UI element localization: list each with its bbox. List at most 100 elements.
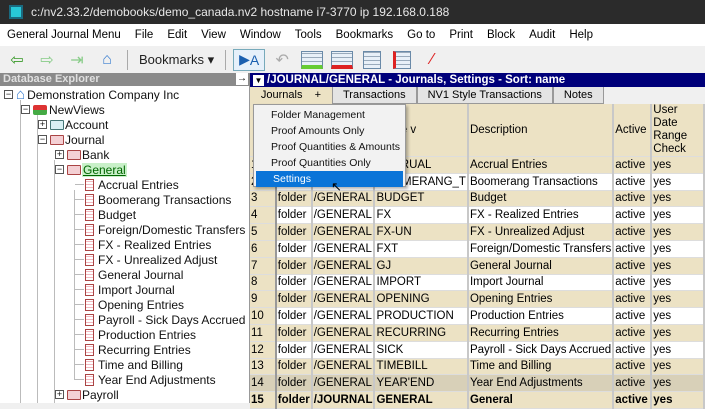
- description-cell[interactable]: Boomerang Transactions: [467, 173, 615, 191]
- menu-item-proof-quantities-amounts[interactable]: Proof Quantities & Amounts: [254, 139, 405, 155]
- row-number[interactable]: 13: [250, 358, 277, 376]
- name-cell[interactable]: FXT: [374, 240, 469, 258]
- back-icon[interactable]: ⇦: [4, 49, 30, 71]
- arrow-right-icon[interactable]: →: [236, 73, 248, 85]
- menu-bookmarks[interactable]: Bookmarks: [329, 29, 401, 41]
- type-cell[interactable]: folder: [275, 223, 313, 241]
- path-cell[interactable]: /JOURNAL: [311, 391, 376, 409]
- tree-node[interactable]: + Account: [38, 117, 108, 132]
- path-cell[interactable]: /GENERAL: [311, 257, 376, 275]
- menu-item-proof-quantities-only[interactable]: Proof Quantities Only: [254, 155, 405, 171]
- description-cell[interactable]: Opening Entries: [467, 290, 615, 309]
- active-cell[interactable]: active: [613, 223, 653, 241]
- tab-journals[interactable]: Journals +: [250, 87, 332, 104]
- type-cell[interactable]: folder: [275, 274, 313, 292]
- expand-icon[interactable]: +: [55, 150, 64, 159]
- tree-node[interactable]: Opening Entries: [75, 297, 184, 312]
- tree-node[interactable]: + Bank: [55, 147, 109, 162]
- collapse-icon[interactable]: −: [4, 90, 13, 99]
- description-cell[interactable]: Time and Billing: [467, 358, 615, 376]
- row-number[interactable]: 8: [250, 274, 277, 292]
- type-cell[interactable]: folder: [275, 307, 313, 325]
- path-cell[interactable]: /GENERAL: [311, 274, 376, 292]
- path-cell[interactable]: /GENERAL: [311, 374, 376, 393]
- menu-go-to[interactable]: Go to: [400, 29, 442, 41]
- tree-node[interactable]: Accrual Entries: [75, 177, 179, 192]
- collapse-icon[interactable]: −: [55, 165, 64, 174]
- table-row[interactable]: 4 folder/GENERAL FX FX - Realized Entries ac…: [250, 206, 705, 225]
- date-check-cell[interactable]: yes: [651, 206, 705, 225]
- column-icon[interactable]: [359, 49, 385, 71]
- name-cell[interactable]: OPENING: [374, 290, 469, 309]
- tree-node[interactable]: − Journal: [38, 132, 104, 147]
- table-row[interactable]: 7 folder/GENERAL GJ General Journal active ye…: [250, 257, 705, 275]
- name-cell[interactable]: RECURRING: [374, 324, 469, 342]
- path-cell[interactable]: /GENERAL: [311, 206, 376, 225]
- table-row[interactable]: 14 folder/GENERAL YEAR'END Year End Adjustm…: [250, 374, 705, 393]
- table-row[interactable]: 9 folder/GENERAL OPENING Opening Entries act…: [250, 290, 705, 309]
- bookmarks-button[interactable]: Bookmarks ▾: [135, 52, 218, 68]
- date-check-cell[interactable]: yes: [651, 374, 705, 393]
- description-cell[interactable]: FX - Realized Entries: [467, 206, 615, 225]
- menu-edit[interactable]: Edit: [160, 29, 194, 41]
- tree-node[interactable]: Time and Billing: [75, 357, 183, 372]
- tree-node[interactable]: Production Entries: [75, 327, 196, 342]
- tree-node[interactable]: − General: [55, 162, 127, 177]
- forward-icon[interactable]: ⇨: [34, 49, 60, 71]
- name-cell[interactable]: TIMEBILL: [374, 358, 469, 376]
- row-number[interactable]: 14: [250, 374, 277, 393]
- name-cell[interactable]: FX: [374, 206, 469, 225]
- expand-icon[interactable]: +: [38, 120, 47, 129]
- table-row[interactable]: 8 folder/GENERAL IMPORT Import Journal activ…: [250, 274, 705, 292]
- name-cell[interactable]: GENERAL: [374, 391, 469, 409]
- tree-node[interactable]: FX - Unrealized Adjust: [75, 252, 217, 267]
- table-row[interactable]: 3 folder/GENERAL BUDGET Budget active yes: [250, 190, 705, 208]
- column-header[interactable]: Description: [467, 104, 615, 157]
- menu-item-proof-amounts-only[interactable]: Proof Amounts Only: [254, 123, 405, 139]
- date-check-cell[interactable]: yes: [651, 324, 705, 342]
- insert-row-icon[interactable]: [299, 49, 325, 71]
- type-cell[interactable]: folder: [275, 240, 313, 258]
- active-cell[interactable]: active: [613, 391, 653, 409]
- row-number[interactable]: 6: [250, 240, 277, 258]
- date-check-cell[interactable]: yes: [651, 190, 705, 208]
- date-check-cell[interactable]: yes: [651, 307, 705, 325]
- tab-notes[interactable]: Notes: [552, 87, 604, 104]
- table-row[interactable]: 6 folder/GENERAL FXT Foreign/Domestic Trans…: [250, 240, 705, 258]
- tab-nv1-style-transactions[interactable]: NV1 Style Transactions: [416, 87, 553, 104]
- date-check-cell[interactable]: yes: [651, 358, 705, 376]
- menu-print[interactable]: Print: [442, 29, 480, 41]
- row-number[interactable]: 15: [250, 391, 277, 409]
- menu-audit[interactable]: Audit: [522, 29, 562, 41]
- collapse-icon[interactable]: −: [38, 135, 47, 144]
- description-cell[interactable]: Recurring Entries: [467, 324, 615, 342]
- active-cell[interactable]: active: [613, 290, 653, 309]
- name-cell[interactable]: BUDGET: [374, 190, 469, 208]
- description-cell[interactable]: Production Entries: [467, 307, 615, 325]
- active-cell[interactable]: active: [613, 257, 653, 275]
- tree-node[interactable]: − NewViews: [21, 102, 105, 117]
- tree-node[interactable]: General Journal: [75, 267, 183, 282]
- path-cell[interactable]: /GENERAL: [311, 240, 376, 258]
- table-row[interactable]: 13 folder/GENERAL TIMEBILL Time and Billing…: [250, 358, 705, 376]
- tree-node[interactable]: Recurring Entries: [75, 342, 191, 357]
- date-check-cell[interactable]: yes: [651, 156, 705, 174]
- menu-help[interactable]: Help: [562, 29, 600, 41]
- type-cell[interactable]: folder: [275, 324, 313, 342]
- tree-node[interactable]: Boomerang Transactions: [75, 192, 231, 207]
- type-cell[interactable]: folder: [275, 358, 313, 376]
- description-cell[interactable]: Import Journal: [467, 274, 615, 292]
- path-cell[interactable]: /GENERAL: [311, 341, 376, 359]
- undo-icon[interactable]: ↶: [269, 49, 295, 71]
- active-cell[interactable]: active: [613, 240, 653, 258]
- expand-icon[interactable]: +: [55, 390, 64, 399]
- name-cell[interactable]: SICK: [374, 341, 469, 359]
- delete-row-icon[interactable]: [329, 49, 355, 71]
- description-cell[interactable]: Foreign/Domestic Transfers: [467, 240, 615, 258]
- row-number[interactable]: 11: [250, 324, 277, 342]
- play-mode-button[interactable]: ▶ A: [233, 48, 266, 71]
- path-cell[interactable]: /GENERAL: [311, 358, 376, 376]
- path-cell[interactable]: /GENERAL: [311, 223, 376, 241]
- active-cell[interactable]: active: [613, 173, 653, 191]
- type-cell[interactable]: folder: [275, 257, 313, 275]
